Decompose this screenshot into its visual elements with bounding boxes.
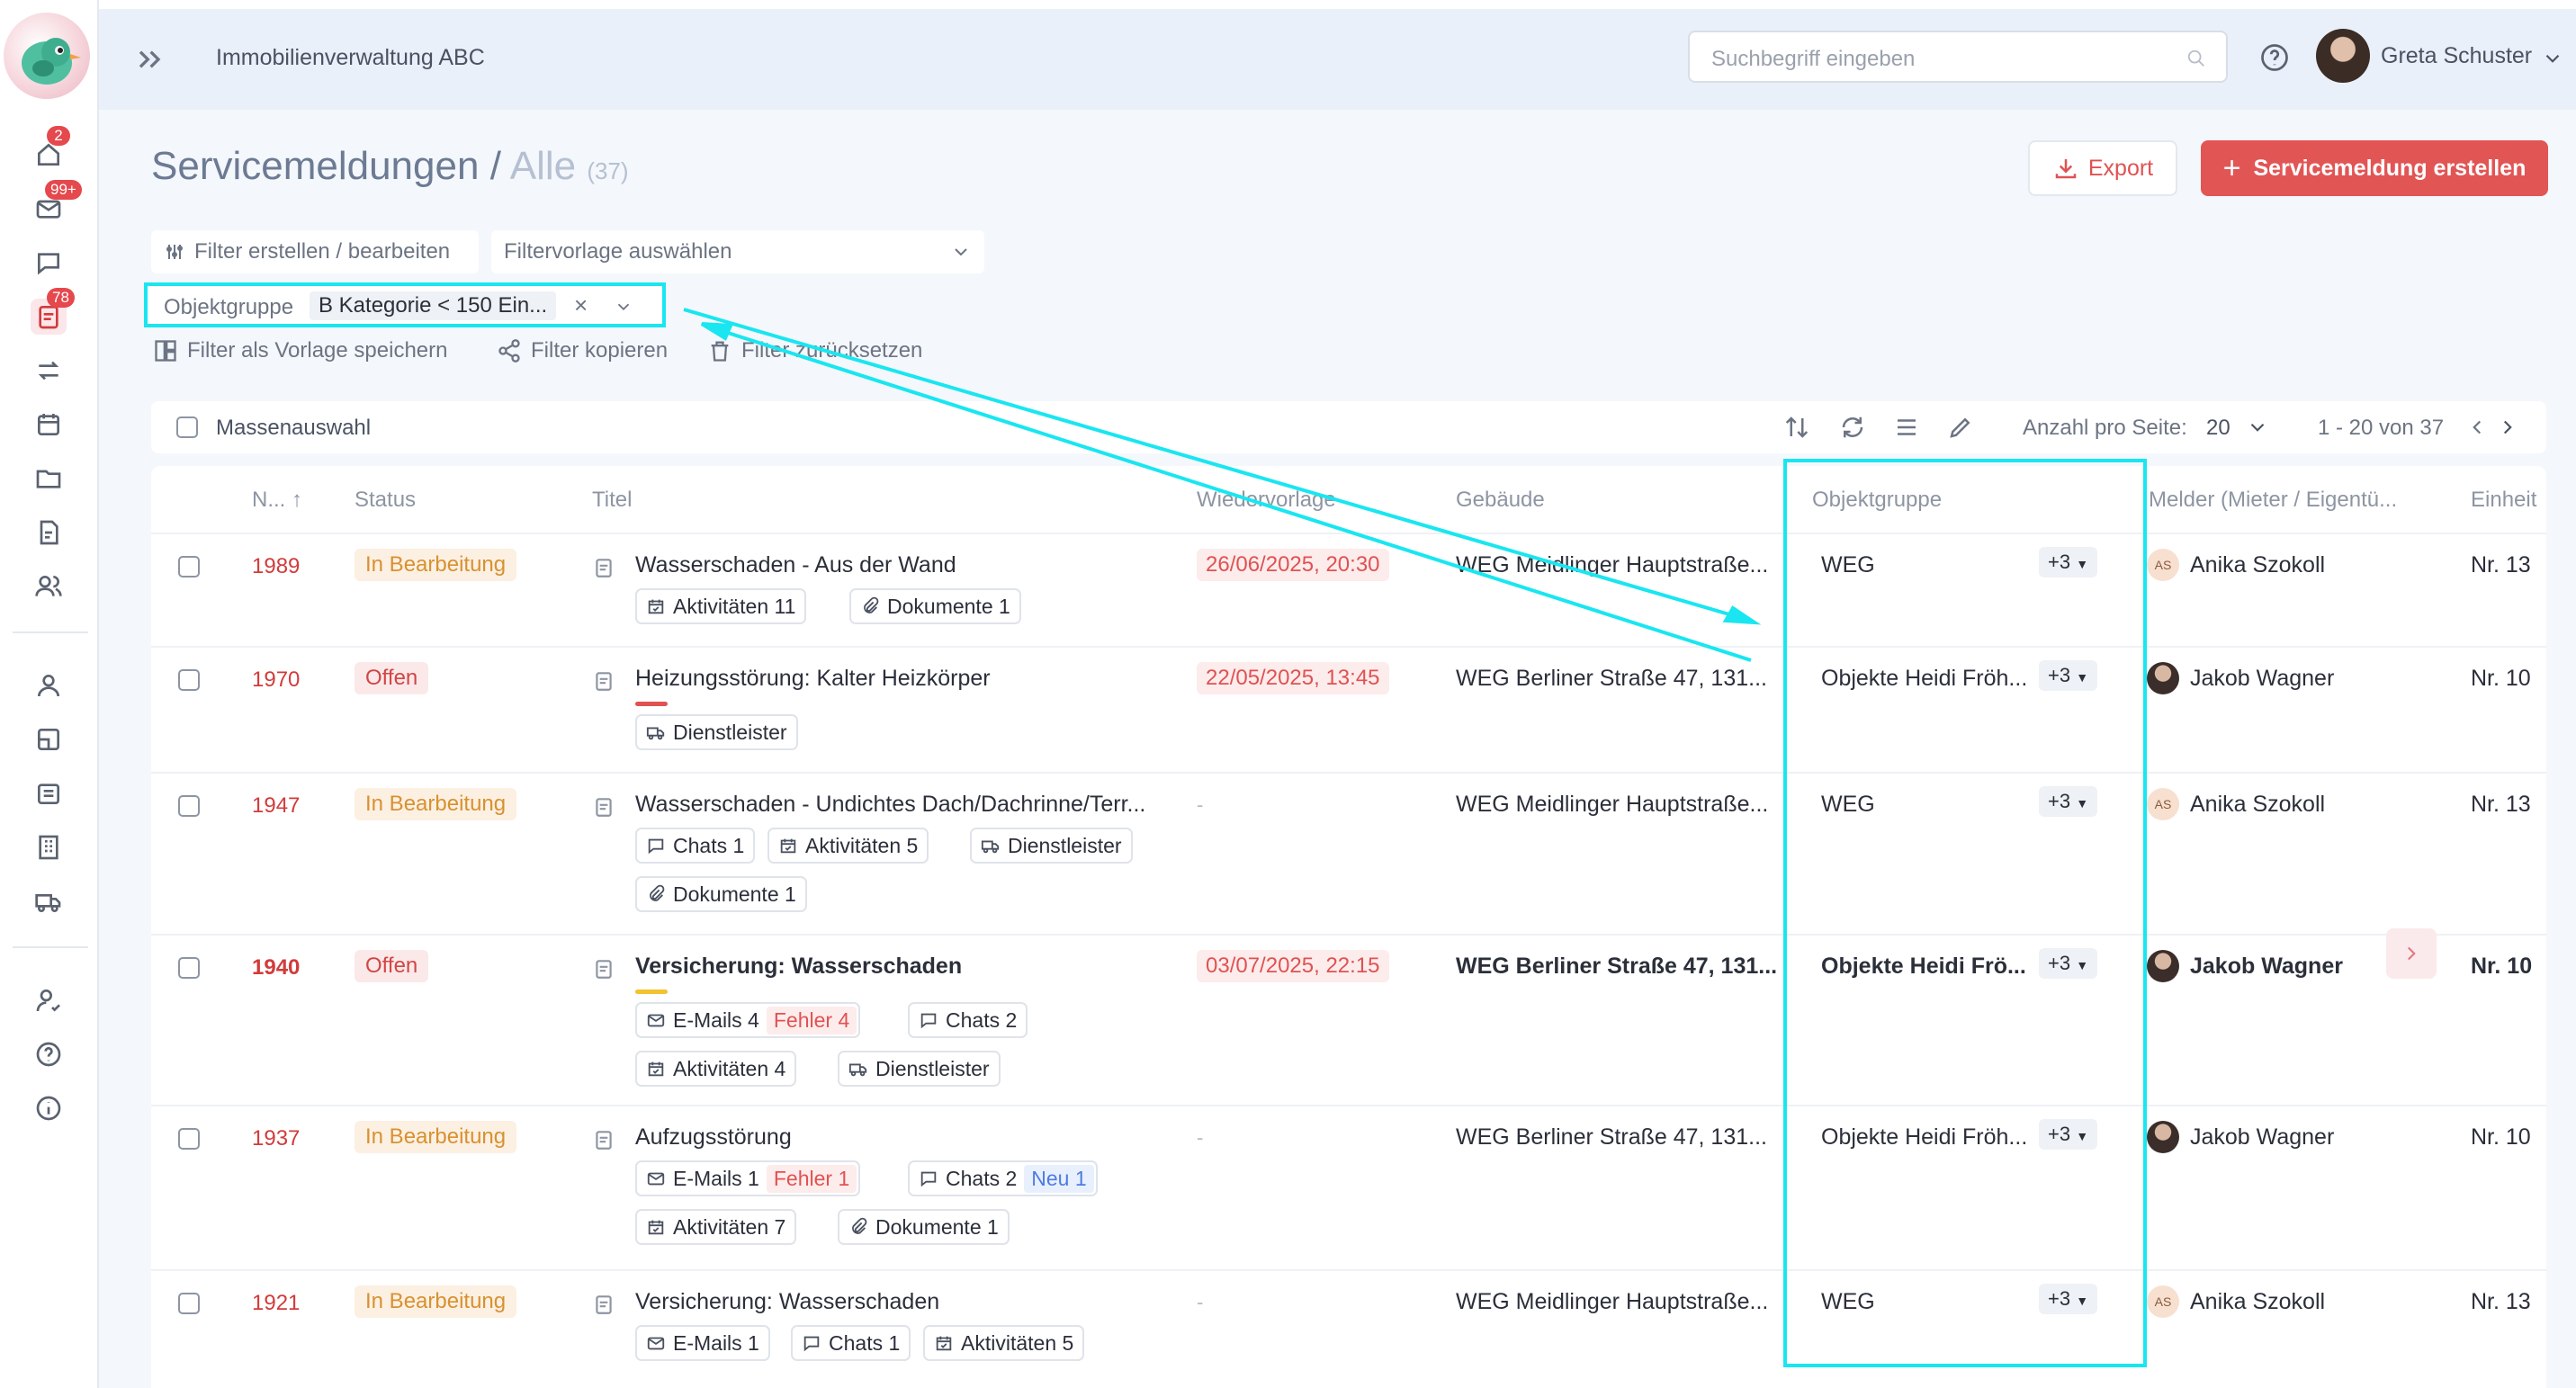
annotation-arrow-head-2 [700,322,733,341]
annotation-arrows [683,308,1762,662]
annotation-arrow-line-2 [705,324,1752,662]
annotation-arrow-line-1 [683,308,1752,622]
annotation-arrow-head-1 [1722,605,1762,625]
